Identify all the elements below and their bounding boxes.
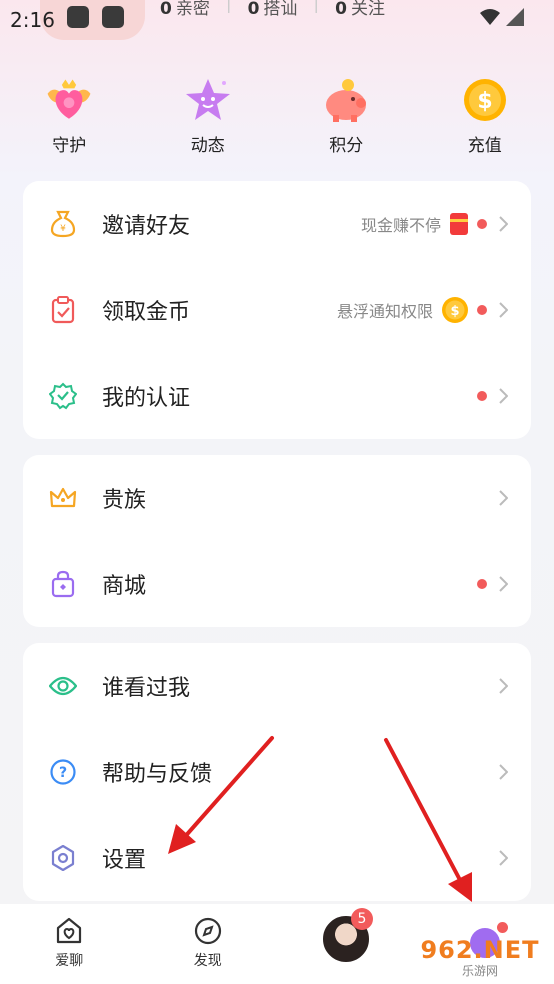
menu-item-hint: 悬浮通知权限 [336,302,433,321]
quick-label: 充值 [467,136,502,156]
eye-icon [49,672,77,700]
menu-item-invite[interactable]: ¥ 邀请好友 现金赚不停 [23,181,531,267]
quick-recharge[interactable]: $ 充值 [416,75,554,165]
coin-icon: $ [460,75,510,125]
stat-intimate[interactable]: 0 亲密 [160,0,210,19]
red-envelope-icon [450,213,468,235]
chevron-right-icon [495,388,511,404]
svg-text:?: ? [59,765,67,781]
menu-item-label: 贵族 [102,488,147,513]
notification-dot [496,922,508,933]
chevron-right-icon [495,216,511,232]
menu-item-label: 我的认证 [102,386,191,411]
stat-follow[interactable]: 0 关注 [335,0,385,19]
notification-dot [477,219,487,229]
notification-dot [477,305,487,315]
svg-text:$: $ [450,304,459,319]
menu-item-label: 商城 [102,574,147,599]
watermark-sub: 乐游网 [461,963,498,978]
status-time: 2:16 [10,8,55,32]
star-face-icon [183,75,233,125]
chevron-right-icon [495,764,511,780]
menu-card-rewards: ¥ 邀请好友 现金赚不停 领取金币 悬浮通知权限 $ 我的认证 [23,181,531,439]
guard-icon [44,75,94,125]
quick-label: 动态 [190,136,225,156]
clipboard-check-icon [49,296,77,324]
notification-dot [477,391,487,401]
chevron-right-icon [495,850,511,866]
quick-moments[interactable]: 动态 [139,75,278,165]
menu-item-verification[interactable]: 我的认证 [23,353,531,439]
chevron-right-icon [495,302,511,318]
money-bag-icon: ¥ [49,210,77,238]
status-bar: 2:16 0 亲密 | 0 搭讪 | 0 关注 [0,0,554,40]
watermark-brand: 962.NET [420,935,540,964]
tab-messages[interactable]: 5 [277,904,416,984]
svg-text:¥: ¥ [60,224,66,234]
piggy-bank-icon [321,75,371,125]
quick-label: 守护 [52,136,87,156]
tab-label: 发现 [193,953,222,969]
menu-item-help[interactable]: ? 帮助与反馈 [23,729,531,815]
menu-item-hint: 现金赚不停 [360,216,441,235]
svg-text:$: $ [477,89,492,114]
heart-house-icon [57,917,82,944]
stat-greet[interactable]: 0 搭讪 [248,0,298,19]
chevron-right-icon [495,678,511,694]
watermark-logo: 962.NET 乐游网 [410,934,550,980]
menu-item-label: 设置 [102,848,147,873]
compass-icon [194,917,221,945]
menu-item-label: 帮助与反馈 [102,762,213,787]
tab-label: 爱聊 [55,953,84,969]
menu-item-visitors[interactable]: 谁看过我 [23,643,531,729]
verified-badge-icon [49,382,77,410]
quick-guard[interactable]: 守护 [0,75,139,165]
menu-card-settings: 谁看过我 ? 帮助与反馈 设置 [23,643,531,901]
chevron-right-icon [495,490,511,506]
crown-icon [49,484,77,512]
user-stats: 0 亲密 | 0 搭讪 | 0 关注 [160,0,385,19]
divider: | [313,0,320,14]
menu-item-label: 领取金币 [102,300,191,325]
quick-actions: 守护 动态 积分 $ 充值 [0,75,554,165]
signal-icon [506,8,524,26]
gear-icon [49,844,77,872]
menu-item-claim-coins[interactable]: 领取金币 悬浮通知权限 $ [23,267,531,353]
avatar-decoration [102,6,124,28]
tab-discover[interactable]: 发现 [139,904,278,984]
quick-label: 积分 [329,136,364,156]
user-avatar[interactable] [40,0,145,40]
system-icons [480,8,524,26]
menu-item-label: 谁看过我 [102,676,191,701]
tab-chat[interactable]: 爱聊 [0,904,139,984]
notification-dot [477,579,487,589]
menu-item-nobility[interactable]: 贵族 [23,455,531,541]
menu-item-shop[interactable]: 商城 [23,541,531,627]
menu-card-vip: 贵族 商城 [23,455,531,627]
help-circle-icon: ? [49,758,77,786]
wifi-icon [480,9,500,25]
shopping-bag-icon [49,570,77,598]
menu-item-settings[interactable]: 设置 [23,815,531,901]
gold-coin-icon: $ [442,297,468,323]
quick-points[interactable]: 积分 [277,75,416,165]
divider: | [225,0,232,14]
avatar-decoration [67,6,89,28]
chevron-right-icon [495,576,511,592]
unread-badge: 5 [351,908,373,930]
menu-item-label: 邀请好友 [102,214,191,239]
